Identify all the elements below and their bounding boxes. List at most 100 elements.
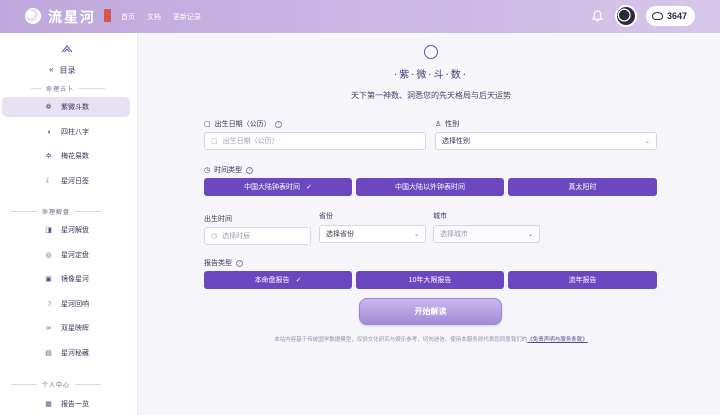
moon-icon: ☾ xyxy=(45,177,52,185)
option-label: 10年大限报告 xyxy=(408,277,452,284)
ziwei-emblem-icon xyxy=(424,45,438,59)
start-reading-button[interactable]: 开始解读 xyxy=(359,298,502,325)
city-select[interactable]: 选择城市 ⌄ xyxy=(433,225,540,243)
sidebar-item-dingpan[interactable]: ◎ 星河定盘 xyxy=(2,245,130,265)
sidebar-item-echo[interactable]: ☽ 星河回响 xyxy=(2,294,130,314)
sidebar-item-bazi[interactable]: ◑ 四柱八字 xyxy=(2,122,130,142)
province-value: 选择省份 xyxy=(326,231,354,238)
section-title: 命理解盘 xyxy=(42,210,71,216)
section-personal: 个人中心 xyxy=(11,380,102,389)
disclaimer-text: 本站内容基于传统国学数据模型，仅供文化研究与娱乐参考，切勿迷信。使用本服务即代表… xyxy=(274,337,528,343)
gender-label-text: 性别 xyxy=(445,121,460,128)
help-icon[interactable]: ? xyxy=(236,259,243,267)
city-label: 城市 xyxy=(433,213,447,220)
check-icon: ✓ xyxy=(306,184,312,191)
sidebar-item-label: 双星映辉 xyxy=(61,325,89,332)
birth-date-placeholder: 出生日期（公历） xyxy=(222,138,279,145)
sidebar-item-label: 星河秘藏 xyxy=(61,350,89,357)
sidebar-item-label: 星河回响 xyxy=(61,301,89,308)
birth-time-input[interactable]: ◷ 选择时辰 xyxy=(204,227,311,245)
gender-label: ♙ 性别 xyxy=(435,119,459,129)
coin-count: 3647 xyxy=(667,11,688,21)
report-option-natal[interactable]: 本命盘报告 ✓ xyxy=(204,271,352,289)
mountain-emblem-icon xyxy=(61,45,73,53)
person-icon: ♙ xyxy=(435,121,442,128)
sidebar-item-label: 报告一览 xyxy=(61,401,89,408)
section-title: 命理占卜 xyxy=(46,87,75,93)
help-icon[interactable]: ? xyxy=(274,120,282,128)
check-icon: ✓ xyxy=(295,277,302,284)
sidebar-item-jiepan[interactable]: ◨ 星河解盘 xyxy=(2,220,130,240)
plum-blossom-icon: ✲ xyxy=(45,152,52,160)
report-type-label-text: 报告类型 xyxy=(204,260,232,267)
compass-icon: ◎ xyxy=(45,251,52,259)
time-type-option-mainland[interactable]: 中国大陆钟表时间 ✓ xyxy=(204,178,352,196)
sidebar-item-label: 星河日签 xyxy=(61,178,89,185)
report-option-annual[interactable]: 流年报告 xyxy=(508,271,657,289)
chevron-down-icon: ⌄ xyxy=(413,231,419,238)
time-type-option-overseas[interactable]: 中国大陆以外钟表时间 xyxy=(356,178,504,196)
sidebar-toggle-label: 目录 xyxy=(59,66,76,75)
report-icon: ▦ xyxy=(45,400,52,408)
report-option-decade[interactable]: 10年大限报告 xyxy=(356,271,504,289)
coin-balance[interactable]: 3647 xyxy=(646,6,695,26)
bell-icon[interactable] xyxy=(592,10,603,22)
sidebar-item-twin-stars[interactable]: ∞ 双星映辉 xyxy=(2,318,130,338)
treasure-box-icon: ▤ xyxy=(45,349,52,357)
page-subtitle: 天下第一神数、洞悉您的先天格局与后天运势 xyxy=(351,91,511,100)
option-label: 本命盘报告 xyxy=(254,277,290,284)
gender-select[interactable]: 选择性别 ⌄ xyxy=(435,132,657,150)
section-chart-reading: 命理解盘 xyxy=(11,207,102,216)
nav-changelog[interactable]: 更新记录 xyxy=(173,12,201,22)
yinyang-icon: ◑ xyxy=(46,128,51,136)
crescent-icon: ☽ xyxy=(45,300,52,308)
mirror-icon: ▣ xyxy=(45,275,52,283)
province-select[interactable]: 选择省份 ⌄ xyxy=(319,225,426,243)
calendar-icon: ▢ xyxy=(204,121,211,128)
sidebar-item-label: 星河定盘 xyxy=(61,252,89,259)
sidebar-item-reports[interactable]: ▦ 报告一览 xyxy=(2,394,130,414)
sidebar-item-label: 四柱八字 xyxy=(61,129,89,136)
nav-docs[interactable]: 文档 xyxy=(147,12,161,22)
logo-text[interactable]: 流星河 xyxy=(48,7,96,27)
birth-date-label: ▢ 出生日期（公历） ? xyxy=(204,119,282,129)
sidebar-item-label: 星河解盘 xyxy=(61,227,89,234)
sidebar-item-daily-sign[interactable]: ☾ 星河日签 xyxy=(2,171,130,191)
ingot-icon xyxy=(652,12,663,20)
terms-link[interactable]: 《免责声明与服务条款》 xyxy=(527,337,588,343)
sidebar-toggle[interactable]: « 目录 xyxy=(49,65,75,76)
time-type-label-text: 时间类型 xyxy=(214,167,243,174)
calendar-icon: ▢ xyxy=(211,138,218,145)
chevron-down-icon: ⌄ xyxy=(644,138,650,145)
sidebar-item-label: 镜像星河 xyxy=(61,276,89,283)
double-star-icon: ∞ xyxy=(46,324,51,332)
clock-icon: ◷ xyxy=(211,233,218,240)
main-content: ·紫·微·斗·数· 天下第一神数、洞悉您的先天格局与后天运势 ▢ 出生日期（公历… xyxy=(139,33,720,415)
avatar[interactable] xyxy=(615,5,637,27)
logo-icon[interactable] xyxy=(25,8,41,24)
chart-icon: ◨ xyxy=(45,226,52,234)
time-type-option-solar[interactable]: 真太阳时 xyxy=(508,178,657,196)
sidebar-item-ziwei[interactable]: ❁ 紫微斗数 xyxy=(2,97,130,117)
section-title: 个人中心 xyxy=(42,383,71,389)
city-placeholder: 选择城市 xyxy=(440,231,468,238)
sidebar-item-label: 紫微斗数 xyxy=(61,104,89,111)
time-type-label: ◷ 时间类型 ? xyxy=(204,165,254,175)
option-label: 流年报告 xyxy=(568,277,597,284)
nav-home[interactable]: 首页 xyxy=(121,12,135,22)
disclaimer: 本站内容基于传统国学数据模型，仅供文化研究与娱乐参考，切勿迷信。使用本服务即代表… xyxy=(219,335,643,343)
option-label: 中国大陆钟表时间 xyxy=(244,184,301,191)
logo-seal-icon xyxy=(104,9,111,22)
clock-icon: ◷ xyxy=(204,167,211,174)
birth-date-input[interactable]: ▢ 出生日期（公历） xyxy=(204,132,426,150)
birth-time-label: 出生时间 xyxy=(204,216,232,223)
section-divination: 命理占卜 xyxy=(31,84,106,93)
sidebar-item-mirror[interactable]: ▣ 镜像星河 xyxy=(2,269,130,289)
collapse-icon: « xyxy=(49,65,54,74)
gender-value: 选择性别 xyxy=(442,138,470,145)
sidebar-item-secret[interactable]: ▤ 星河秘藏 xyxy=(2,343,130,363)
sidebar-item-meihua[interactable]: ✲ 梅花易数 xyxy=(2,146,130,166)
option-label: 中国大陆以外钟表时间 xyxy=(395,184,465,191)
help-icon[interactable]: ? xyxy=(246,166,254,174)
chevron-down-icon: ⌄ xyxy=(527,231,533,238)
